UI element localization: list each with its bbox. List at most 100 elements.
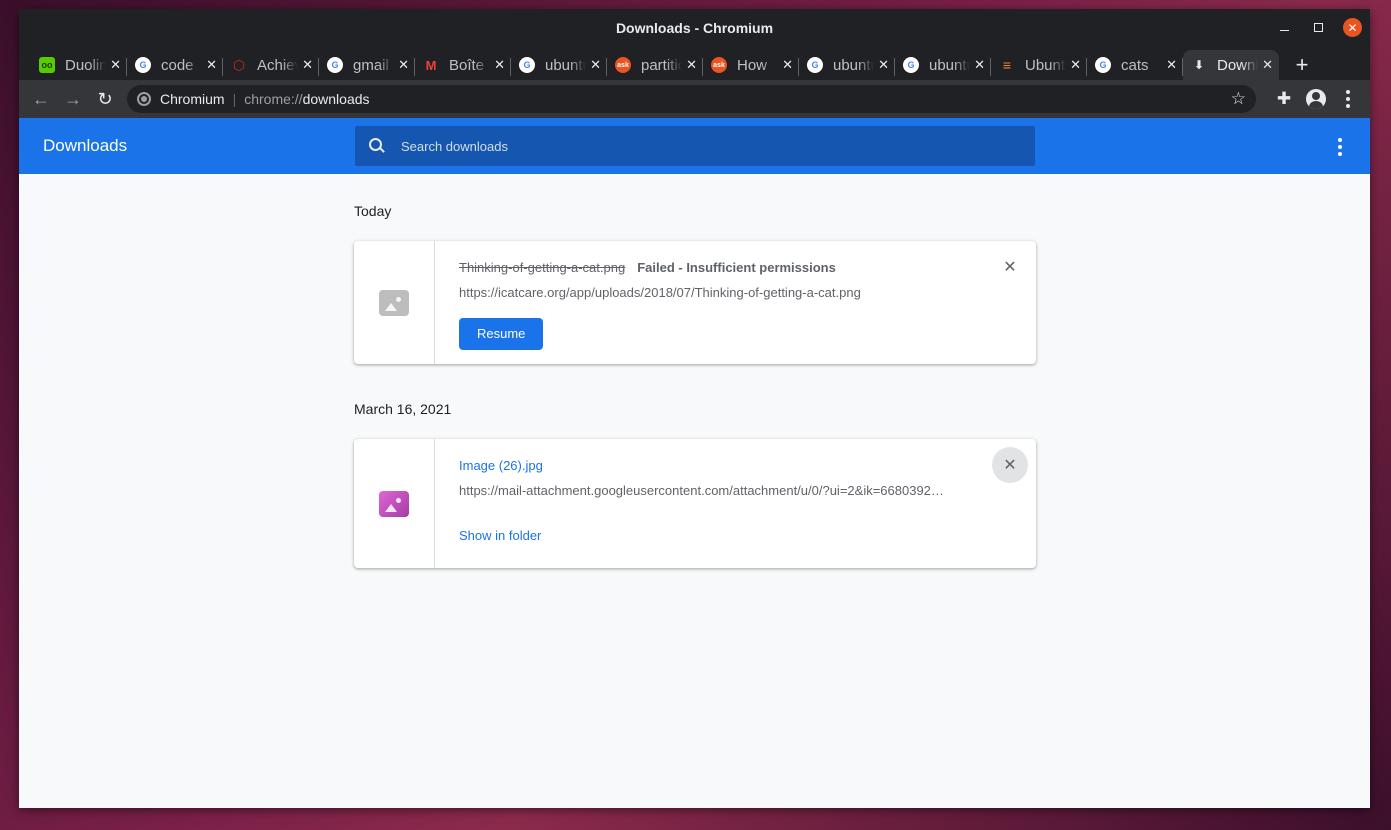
more-vert-icon (1346, 90, 1350, 108)
maximize-button[interactable] (1309, 19, 1327, 37)
tab-title: Boîte (449, 56, 485, 74)
file-url[interactable]: https://icatcare.org/app/uploads/2018/07… (459, 285, 955, 300)
page-title: Downloads (43, 136, 128, 155)
omnibox-scheme: chrome:// (244, 91, 303, 107)
minimize-icon (1279, 30, 1289, 31)
omnibox-separator: | (232, 91, 237, 107)
tab-close-icon[interactable]: ✕ (782, 57, 793, 73)
tab-title: cats (1121, 56, 1149, 74)
tab-close-icon[interactable]: ✕ (398, 57, 409, 73)
file-icon-column (354, 439, 435, 568)
download-item: Image (26).jpg https://mail-attachment.g… (354, 439, 1036, 568)
search-input[interactable] (401, 138, 1001, 154)
browser-menu-button[interactable] (1334, 85, 1362, 113)
tab-close-icon[interactable]: ✕ (1166, 57, 1177, 73)
tab-9[interactable]: Gubuntu✕ (895, 50, 991, 80)
bookmark-star-icon[interactable]: ☆ (1231, 89, 1246, 109)
address-bar[interactable]: Chromium | chrome:// downloads ☆ (127, 85, 1256, 113)
back-button[interactable]: ← (27, 85, 55, 113)
tab-8[interactable]: Gubuntu✕ (799, 50, 895, 80)
tab-11[interactable]: Gcats ✕ (1087, 50, 1183, 80)
extensions-button[interactable]: ✚ (1270, 85, 1298, 113)
remove-item-button[interactable]: ✕ (992, 249, 1028, 285)
tab-title: gmail (353, 56, 389, 74)
tab-close-icon[interactable]: ✕ (878, 57, 889, 73)
tab-10[interactable]: ≡ Ubuntu✕ (991, 50, 1087, 80)
tab-title: Duolingo (65, 56, 107, 74)
remove-item-button[interactable]: ✕ (992, 447, 1028, 483)
tab-close-icon[interactable]: ✕ (1070, 57, 1081, 73)
omnibox-host: Chromium (160, 91, 225, 107)
tab-title: Ubuntu (1025, 56, 1066, 74)
tab-close-icon[interactable]: ✕ (590, 57, 601, 73)
minimize-button[interactable] (1275, 19, 1293, 37)
tab-12[interactable]: ⬇ Downloads✕ (1183, 50, 1279, 80)
browser-toolbar: ← → ↻ Chromium | chrome:// downloads ☆ ✚ (19, 80, 1370, 118)
new-tab-button[interactable]: + (1287, 50, 1317, 80)
avatar-icon (1306, 89, 1326, 109)
download-item: Thinking-of-getting-a-cat.png Failed - I… (354, 241, 1036, 364)
omnibox-path: downloads (302, 91, 370, 107)
window-controls: ✕ (1275, 18, 1362, 37)
tab-title: ubuntu (929, 56, 970, 74)
tab-0[interactable]: oo Duolingo✕ (31, 50, 127, 80)
forward-button[interactable]: → (59, 85, 87, 113)
search-box[interactable] (355, 126, 1035, 166)
downloads-list: Today Thinking-of-getting-a-cat.png Fail… (354, 203, 1036, 568)
browser-window: Downloads - Chromium ✕ ooDuolingo✕Gcode✕… (19, 9, 1370, 808)
tab-title: How (737, 56, 768, 74)
tab-title: Achievements (257, 56, 299, 74)
google-icon: G (807, 57, 823, 73)
tab-close-icon[interactable]: ✕ (1262, 57, 1273, 73)
askubuntu-icon: ask (711, 57, 727, 73)
tab-1[interactable]: Gcode ✕ (127, 50, 223, 80)
image-file-icon (379, 289, 409, 316)
close-icon: ✕ (1003, 259, 1017, 276)
resume-button[interactable]: Resume (459, 318, 544, 350)
title-bar: Downloads - Chromium ✕ (19, 9, 1370, 46)
file-name-link[interactable]: Image (26).jpg (459, 458, 543, 473)
tab-7[interactable]: ask How ✕ (703, 50, 799, 80)
tab-title: ubuntu (833, 56, 874, 74)
tab-close-icon[interactable]: ✕ (302, 57, 313, 73)
maximize-icon (1313, 23, 1323, 32)
tab-3[interactable]: Ggmail ✕ (319, 50, 415, 80)
reload-button[interactable]: ↻ (91, 85, 119, 113)
achievement-icon: ⬡ (232, 56, 246, 73)
askubuntu-icon: ask (615, 57, 631, 73)
plus-icon: + (1295, 52, 1309, 77)
download-status: Failed - Insufficient permissions (637, 259, 836, 275)
google-icon: G (1095, 57, 1111, 73)
arrow-left-icon: ← (32, 88, 50, 109)
file-url[interactable]: https://mail-attachment.googleuserconten… (459, 483, 955, 498)
tab-title: ubuntu (545, 56, 586, 74)
google-icon: G (903, 57, 919, 73)
tab-6[interactable]: ask partition✕ (607, 50, 703, 80)
tab-5[interactable]: Gubuntu✕ (511, 50, 607, 80)
profile-button[interactable] (1302, 85, 1330, 113)
downloads-menu-button[interactable] (1338, 138, 1342, 156)
downloads-header: Downloads (19, 118, 1370, 174)
duolingo-icon: oo (39, 57, 55, 73)
tab-close-icon[interactable]: ✕ (110, 57, 121, 73)
file-icon-column (354, 241, 435, 364)
show-in-folder-link[interactable]: Show in folder (459, 528, 541, 543)
tab-strip: ooDuolingo✕Gcode✕⬡Achievements✕Ggmail✕MB… (19, 46, 1370, 80)
image-file-icon (379, 490, 409, 517)
tab-2[interactable]: ⬡ Achievements✕ (223, 50, 319, 80)
window-title: Downloads - Chromium (615, 19, 774, 36)
close-window-button[interactable]: ✕ (1343, 18, 1362, 37)
puzzle-icon: ✚ (1276, 89, 1292, 108)
search-icon (369, 138, 385, 154)
section-date: March 16, 2021 (354, 401, 452, 417)
tab-close-icon[interactable]: ✕ (206, 57, 217, 73)
reload-icon: ↻ (97, 88, 113, 109)
tab-4[interactable]: M Boîte ✕ (415, 50, 511, 80)
tab-title: Downloads (1217, 56, 1259, 74)
download-icon: ⬇ (1193, 58, 1205, 72)
tab-close-icon[interactable]: ✕ (686, 57, 697, 73)
tab-close-icon[interactable]: ✕ (974, 57, 985, 73)
google-icon: G (135, 57, 151, 73)
download-details: Thinking-of-getting-a-cat.png Failed - I… (435, 241, 1036, 364)
tab-close-icon[interactable]: ✕ (494, 57, 505, 73)
